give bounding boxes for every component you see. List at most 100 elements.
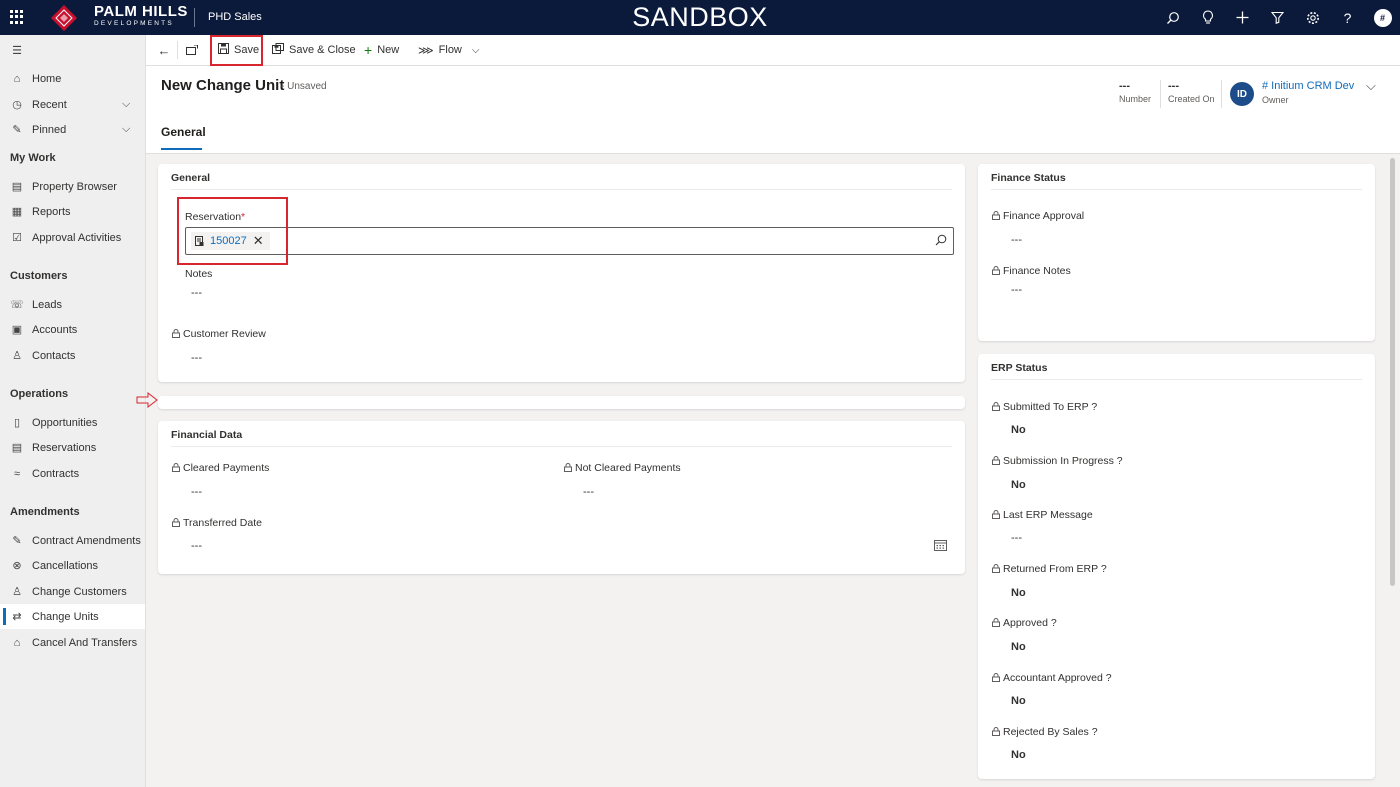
transferred-date-label: Transferred Date: [172, 517, 262, 529]
sidebar-item-reservations[interactable]: ▤ Reservations: [0, 435, 145, 460]
reservation-highlight-box: [177, 197, 288, 265]
customer-review-value: ---: [191, 352, 202, 364]
notes-value[interactable]: ---: [191, 287, 202, 299]
flow-button[interactable]: ⋙ Flow ⌵: [418, 35, 479, 65]
sidebar-item-reports[interactable]: ▦ Reports: [0, 199, 145, 224]
sidebar-item-pinned[interactable]: ✎ Pinned ⌵: [0, 117, 145, 142]
app-launcher-icon[interactable]: [10, 10, 24, 24]
erp-field-label: Accountant Approved ?: [992, 672, 1112, 684]
chevron-down-icon[interactable]: ⌵: [122, 98, 130, 111]
vertical-scrollbar[interactable]: [1390, 158, 1395, 586]
app-name[interactable]: PHD Sales: [208, 11, 262, 23]
lock-icon: [172, 518, 180, 527]
edit-document-icon: ✎: [12, 535, 22, 547]
section-title: Finance Status: [991, 172, 1066, 184]
lock-icon: [564, 463, 572, 472]
header-expand-chevron-icon[interactable]: ⌵: [1366, 78, 1376, 94]
back-button[interactable]: ←: [154, 35, 174, 65]
sidebar-item-property-browser[interactable]: ▤ Property Browser: [0, 174, 145, 199]
search-icon[interactable]: [1155, 0, 1190, 35]
erp-field-value: ---: [1011, 532, 1022, 544]
transfer-icon: ⌂: [13, 636, 21, 649]
section-customers: Customers: [10, 270, 68, 282]
lock-icon: [992, 402, 1000, 411]
flow-icon: ⋙: [418, 44, 434, 57]
lookup-search-icon[interactable]: [935, 234, 947, 249]
approval-icon: ☑: [12, 232, 22, 244]
palm-hills-logo-icon: [51, 5, 77, 31]
sidebar-item-approval-activities[interactable]: ☑ Approval Activities: [0, 225, 145, 250]
lock-icon: [992, 618, 1000, 627]
back-arrow-icon: ←: [157, 42, 171, 58]
sidebar-item-change-customers[interactable]: ♙ Change Customers: [0, 579, 145, 604]
erp-field-value: No: [1011, 695, 1026, 707]
chevron-down-icon[interactable]: ⌵: [122, 123, 130, 136]
owner-label: Owner: [1262, 95, 1289, 105]
save-status: - Unsaved: [281, 81, 327, 92]
transferred-date-value: ---: [191, 540, 202, 552]
lock-icon: [992, 456, 1000, 465]
sidebar-item-home[interactable]: ⌂ Home: [0, 66, 145, 91]
plus-icon[interactable]: [1225, 0, 1260, 35]
sidebar: ☰ ⌂ Home ◷ Recent ⌵ ✎ Pinned ⌵ My Work ▤ Prope…: [0, 35, 146, 787]
lock-icon: [992, 510, 1000, 519]
sidebar-item-recent[interactable]: ◷ Recent ⌵: [0, 92, 145, 117]
cleared-payments-value: ---: [191, 486, 202, 498]
save-highlight-box: [210, 35, 263, 66]
sidebar-item-cancellations[interactable]: ⊗ Cancellations: [0, 553, 145, 578]
chevron-down-icon: ⌵: [471, 44, 480, 56]
command-bar: ← Save Save & Close + New ⋙ Flow ⌵: [146, 35, 1400, 66]
top-bar: PALM HILLS DEVELOPMENTS PHD Sales SANDBOX…: [0, 0, 1400, 35]
customer-review-label: Customer Review: [172, 328, 266, 340]
brand-name: PALM HILLS DEVELOPMENTS: [94, 3, 188, 27]
user-menu-button[interactable]: #: [1365, 0, 1400, 35]
open-new-window-button[interactable]: [184, 35, 200, 65]
sidebar-item-accounts[interactable]: ▣ Accounts: [0, 317, 145, 342]
new-button[interactable]: + New: [364, 35, 399, 65]
accounts-icon: ▣: [11, 324, 23, 336]
erp-field-value: No: [1011, 587, 1026, 599]
erp-field-value: No: [1011, 641, 1026, 653]
new-window-icon: [186, 45, 198, 55]
change-customer-icon: ♙: [12, 586, 22, 598]
financial-data-section: Financial Data Cleared Payments --- Not …: [158, 421, 965, 574]
lock-icon: [992, 727, 1000, 736]
tab-underline: [161, 148, 202, 150]
finance-approval-label: Finance Approval: [992, 210, 1084, 222]
sidebar-item-contract-amendments[interactable]: ✎ Contract Amendments: [0, 528, 145, 553]
pin-icon: ✎: [12, 124, 22, 136]
sidebar-item-contacts[interactable]: ♙ Contacts: [0, 343, 145, 368]
owner-link[interactable]: # Initium CRM Dev: [1262, 80, 1354, 92]
erp-field-label: Submitted To ERP ?: [992, 401, 1097, 413]
erp-field-value: No: [1011, 749, 1026, 761]
reservation-lookup-input[interactable]: 150027 ✕: [185, 227, 954, 255]
filter-icon[interactable]: [1260, 0, 1295, 35]
finance-notes-label: Finance Notes: [992, 265, 1071, 277]
sidebar-item-contracts[interactable]: ≈ Contracts: [0, 461, 145, 486]
sidebar-item-change-units[interactable]: ⇄ Change Units: [0, 604, 145, 629]
cancel-circle-icon: ⊗: [12, 560, 22, 572]
tab-general[interactable]: General: [161, 125, 206, 139]
section-operations: Operations: [10, 388, 69, 400]
lock-icon: [992, 211, 1000, 220]
property-browser-icon: ▤: [11, 181, 23, 193]
section-title: Financial Data: [171, 429, 243, 441]
empty-section: [158, 396, 965, 409]
user-avatar: #: [1373, 8, 1392, 27]
contact-person-icon: ♙: [12, 350, 22, 362]
lock-icon: [172, 329, 180, 338]
sidebar-item-opportunities[interactable]: ▯ Opportunities: [0, 410, 145, 435]
lock-icon: [172, 463, 180, 472]
hamburger-menu-button[interactable]: ☰: [0, 38, 145, 63]
save-and-close-button[interactable]: Save & Close: [272, 35, 356, 65]
sidebar-item-cancel-and-transfers[interactable]: ⌂ Cancel And Transfers: [0, 630, 145, 655]
erp-field-label: Approved ?: [992, 617, 1057, 629]
erp-field-label: Submission In Progress ?: [992, 455, 1123, 467]
lightbulb-icon[interactable]: [1190, 0, 1225, 35]
help-icon[interactable]: ?: [1330, 0, 1365, 35]
settings-gear-icon[interactable]: [1295, 0, 1330, 35]
sidebar-item-leads[interactable]: ☏ Leads: [0, 292, 145, 317]
calendar-icon[interactable]: [934, 539, 947, 551]
lock-icon: [992, 673, 1000, 682]
header-created-on-field: --- Created On: [1168, 80, 1215, 104]
